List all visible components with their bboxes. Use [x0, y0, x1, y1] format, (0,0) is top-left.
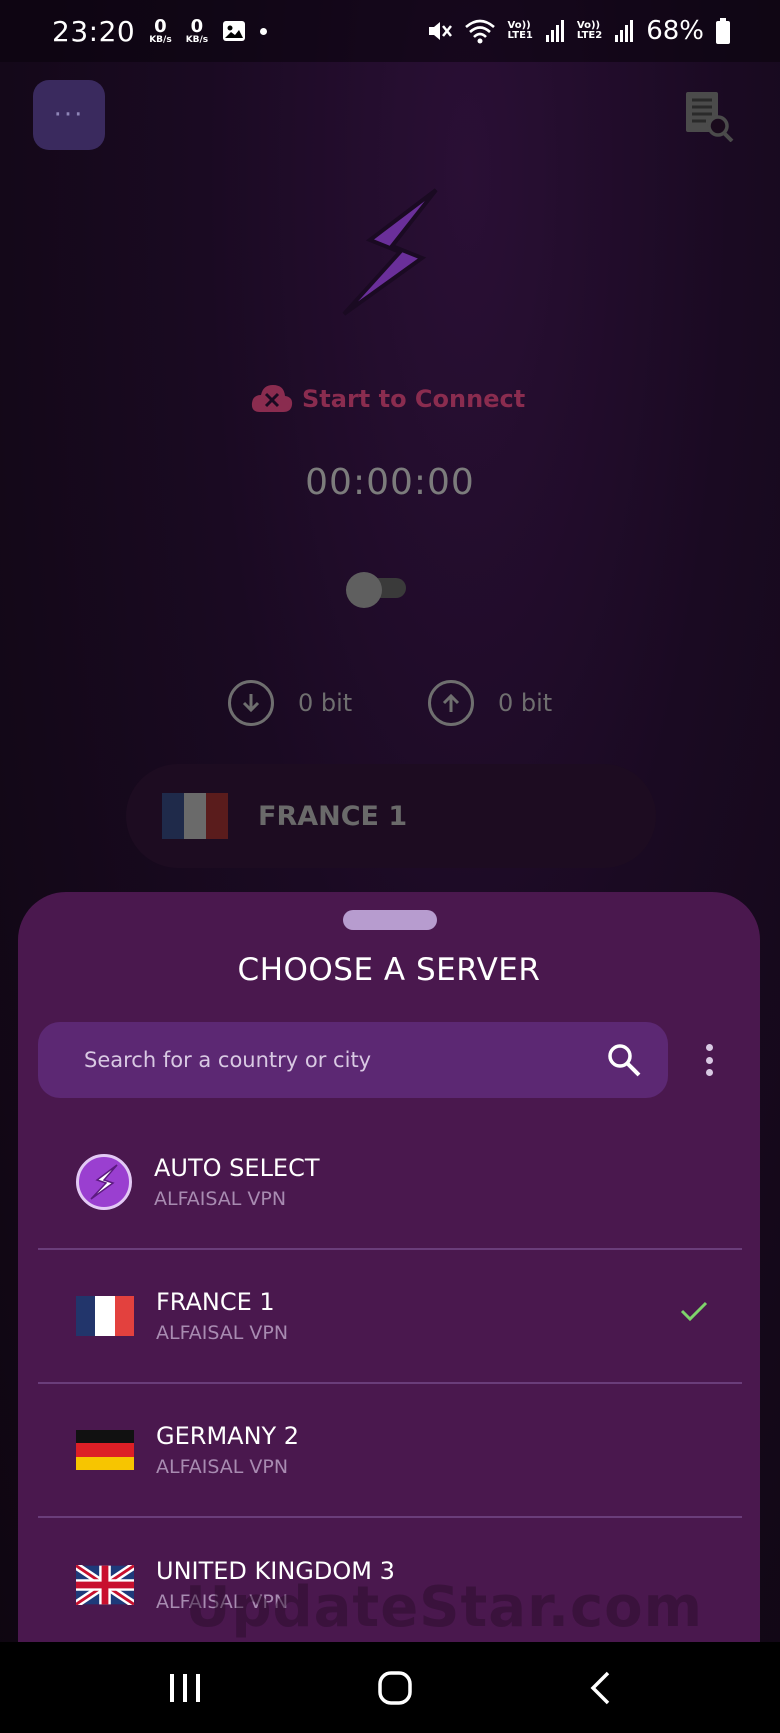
- navigation-bar: [0, 1642, 780, 1733]
- main-screen: ··· Start to Connect 00:00:00 0 bit 0 bi…: [0, 62, 780, 922]
- download-arrow-icon: [228, 680, 274, 726]
- connect-status-text: Start to Connect: [302, 385, 526, 413]
- gallery-notification-icon: [223, 21, 246, 41]
- server-name: GERMANY 2: [156, 1422, 300, 1450]
- uk-flag-icon: [76, 1565, 134, 1605]
- selected-server-button[interactable]: FRANCE 1: [126, 764, 656, 868]
- server-provider: ALFAISAL VPN: [154, 1188, 287, 1210]
- server-list: AUTO SELECT ALFAISAL VPN FRANCE 1 ALFAIS…: [38, 1116, 742, 1652]
- signal-icon: [615, 20, 634, 42]
- back-icon[interactable]: [588, 1670, 612, 1706]
- connect-status: Start to Connect: [250, 382, 525, 416]
- check-icon: [680, 1301, 708, 1322]
- selected-server-name: FRANCE 1: [258, 800, 408, 832]
- sim1-indicator: Vo)) LTE1: [507, 19, 533, 41]
- download-value: 0 bit: [298, 689, 353, 717]
- mute-icon: [428, 22, 452, 40]
- bolt-icon: [76, 1154, 132, 1210]
- server-provider: ALFAISAL VPN: [156, 1322, 289, 1344]
- download-stat: 0 bit: [228, 680, 352, 726]
- search-bar: [38, 1022, 668, 1098]
- server-item-auto-select[interactable]: AUTO SELECT ALFAISAL VPN: [38, 1116, 742, 1250]
- more-options-button[interactable]: [694, 1038, 724, 1082]
- battery-icon: [716, 18, 730, 44]
- connect-toggle[interactable]: [346, 572, 408, 608]
- search-icon[interactable]: [606, 1042, 642, 1078]
- clock: 23:20: [52, 14, 136, 48]
- server-item-france-1[interactable]: FRANCE 1 ALFAISAL VPN: [38, 1250, 742, 1384]
- home-icon[interactable]: [377, 1670, 413, 1706]
- sim2-indicator: Vo)) LTE2: [576, 19, 603, 41]
- net-speed-down: 0 KB/s: [149, 15, 172, 45]
- upload-arrow-icon: [428, 680, 474, 726]
- battery-percent: 68%: [646, 16, 704, 46]
- more-horizontal-icon: ···: [53, 100, 85, 130]
- net-speed-up: 0 KB/s: [185, 15, 209, 45]
- connection-timer: 00:00:00: [305, 462, 475, 503]
- notification-dot: [260, 27, 268, 35]
- search-input[interactable]: [84, 1048, 606, 1072]
- status-bar: 23:20 0 KB/s 0 KB/s Vo)) LTE1 Vo)) LTE2 …: [0, 0, 780, 62]
- cloud-off-icon: [251, 385, 293, 412]
- server-provider: ALFAISAL VPN: [156, 1456, 289, 1478]
- lightning-bolt-icon[interactable]: [330, 182, 450, 322]
- screen: 23:20 0 KB/s 0 KB/s Vo)) LTE1 Vo)) LTE2 …: [0, 0, 780, 1733]
- log-search-icon[interactable]: [684, 90, 734, 142]
- wifi-icon: [464, 19, 495, 44]
- server-name: AUTO SELECT: [154, 1154, 320, 1182]
- recent-apps-icon[interactable]: [168, 1672, 202, 1704]
- menu-button[interactable]: ···: [33, 80, 105, 150]
- upload-value: 0 bit: [498, 689, 553, 717]
- watermark: UpdateStar.com: [185, 1575, 703, 1640]
- sheet-title: CHOOSE A SERVER: [237, 952, 541, 988]
- sheet-drag-handle[interactable]: [343, 910, 437, 930]
- server-picker-sheet: CHOOSE A SERVER AUTO SELECT ALFAISAL VPN: [18, 892, 760, 1642]
- germany-flag-icon: [76, 1430, 134, 1470]
- server-item-germany-2[interactable]: GERMANY 2 ALFAISAL VPN: [38, 1384, 742, 1518]
- server-name: FRANCE 1: [156, 1288, 275, 1316]
- upload-stat: 0 bit: [428, 680, 552, 726]
- france-flag-icon: [76, 1296, 134, 1336]
- signal-icon: [545, 20, 564, 42]
- france-flag-icon: [162, 793, 228, 839]
